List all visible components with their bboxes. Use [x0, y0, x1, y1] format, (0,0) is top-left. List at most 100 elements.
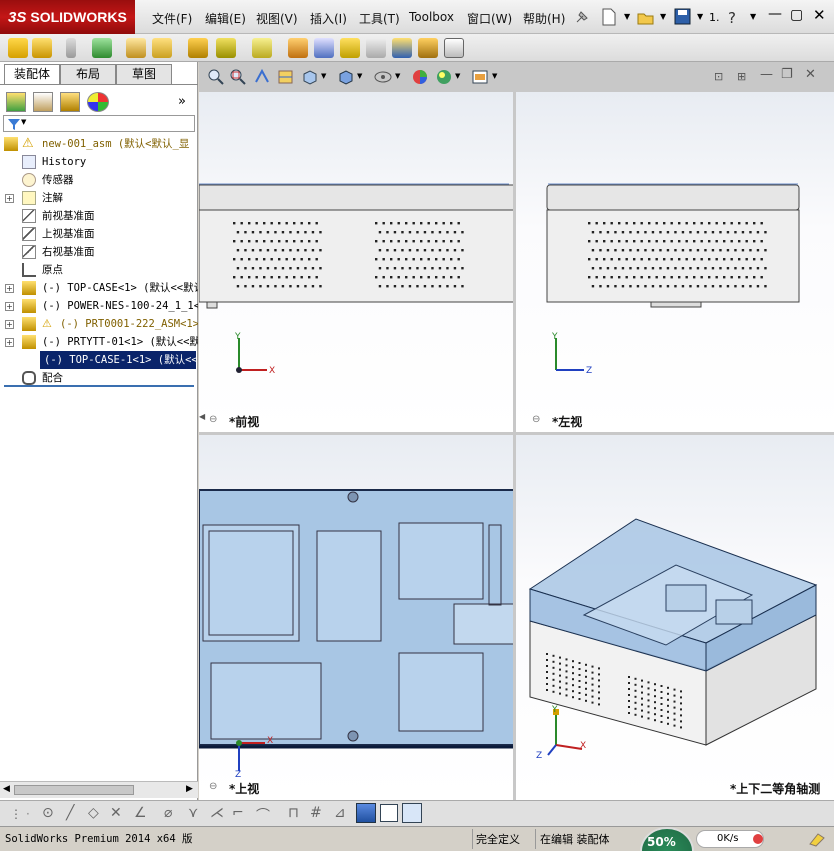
tree-item[interactable]: 原点 — [0, 261, 198, 279]
angle-icon[interactable]: ∠ — [134, 805, 147, 821]
pin-icon[interactable] — [573, 8, 591, 26]
tree-item[interactable]: +(-) TOP-CASE-1<1> (默认<<默 — [40, 351, 196, 369]
expand-panel-icon[interactable]: » — [178, 94, 186, 109]
corner-icon[interactable]: ⌐ — [232, 805, 244, 821]
scrollbar-thumb[interactable] — [14, 785, 134, 795]
chevron-down-icon[interactable]: ▼ — [750, 12, 756, 21]
offset-icon[interactable]: ⋌ — [210, 805, 224, 821]
instant3d-icon[interactable] — [444, 38, 464, 58]
solidworks-logo[interactable]: 3S SOLIDWORKS — [0, 0, 135, 34]
viewport-layout-icon[interactable]: ⊞ — [737, 70, 746, 83]
menu-edit[interactable]: 编辑(E) — [205, 10, 246, 27]
expand-icon[interactable]: + — [5, 194, 14, 203]
feature-manager-tree-icon[interactable] — [6, 92, 26, 112]
menu-insert[interactable]: 插入(I) — [310, 10, 347, 27]
arc-icon[interactable]: ⌒ — [256, 805, 270, 825]
property-manager-icon[interactable] — [33, 92, 53, 112]
rollback-bar[interactable] — [4, 385, 194, 387]
chevron-down-icon[interactable]: ▼ — [395, 72, 400, 80]
zoom-to-area-icon[interactable] — [229, 68, 247, 86]
configuration-manager-icon[interactable] — [60, 92, 80, 112]
close-window-icon[interactable]: ✕ — [813, 6, 826, 24]
filter-input[interactable]: ▼ — [3, 115, 195, 132]
circle-icon[interactable]: ⊙ — [42, 805, 54, 821]
line-icon[interactable]: ╱ — [66, 805, 74, 821]
close-doc-icon[interactable]: ✕ — [805, 67, 816, 82]
paperclip-icon[interactable] — [66, 38, 76, 58]
tab-layout[interactable]: 布局 — [60, 64, 116, 84]
chevron-down-icon[interactable]: ▼ — [455, 72, 460, 80]
viewport-top[interactable]: X Z ⊖ *上视 — [199, 435, 513, 800]
section-view-icon[interactable] — [277, 68, 295, 86]
gear-icon[interactable] — [288, 38, 308, 58]
triangle-icon[interactable]: ⊿ — [334, 805, 346, 821]
more-menu[interactable]: 1. — [709, 11, 720, 24]
component-pattern-icon[interactable] — [126, 38, 146, 58]
3d-cube-icon[interactable] — [356, 803, 376, 823]
restore-window-icon[interactable]: ▢ — [790, 7, 803, 23]
appearance-icon[interactable] — [87, 92, 109, 112]
reference-geometry-icon[interactable] — [252, 38, 272, 58]
restore-doc-icon[interactable]: ❐ — [781, 67, 793, 82]
display-style-icon[interactable] — [337, 68, 355, 86]
chevron-down-icon[interactable]: ▼ — [624, 12, 630, 21]
table-icon[interactable] — [402, 803, 422, 823]
viewport-isometric[interactable]: Y X Z *上下二等角轴测 — [516, 435, 834, 800]
new-document-icon[interactable] — [601, 8, 617, 26]
tab-sketch[interactable]: 草图 — [116, 64, 172, 84]
view-orientation-icon[interactable] — [301, 68, 319, 86]
mate-icon[interactable] — [92, 38, 112, 58]
smart-dimension-icon[interactable]: ⌀ — [164, 805, 172, 821]
polygon-icon[interactable]: ◇ — [88, 805, 99, 821]
expand-icon[interactable]: + — [5, 338, 14, 347]
view-settings-icon[interactable] — [471, 68, 489, 86]
tree-item[interactable]: + ⚠ (-) PRT0001-222_ASM<1> — [0, 315, 198, 333]
interference-icon[interactable] — [314, 38, 334, 58]
tree-item[interactable]: 前视基准面 — [0, 207, 198, 225]
scroll-left-icon[interactable]: ◀ — [3, 784, 10, 794]
graphics-area[interactable]: ▼ ▼ ▼ ▼ ▼ ⊡ ⊞ — ❐ ✕ Y X ⊖ *前视 Y Z ⊖ *左视 … — [199, 62, 834, 800]
window-icon[interactable] — [380, 804, 398, 822]
assembly-icon[interactable] — [8, 38, 28, 58]
menu-view[interactable]: 视图(V) — [256, 10, 298, 27]
expand-icon[interactable]: + — [5, 320, 14, 329]
exploded-view-icon[interactable] — [216, 38, 236, 58]
smart-fasteners-icon[interactable] — [188, 38, 208, 58]
tree-item[interactable]: + (-) PRTYTT-01<1> (默认<<默 — [0, 333, 198, 351]
tab-assembly[interactable]: 装配体 — [4, 64, 60, 84]
point-icon[interactable]: · — [26, 807, 30, 821]
insert-component-icon[interactable] — [32, 38, 52, 58]
viewport-front[interactable]: Y X ⊖ *前视 — [199, 92, 513, 432]
previous-view-icon[interactable] — [253, 68, 271, 86]
menu-toolbox[interactable]: Toolbox — [409, 10, 454, 24]
chevron-down-icon[interactable]: ▼ — [321, 72, 326, 80]
chevron-down-icon[interactable]: ▼ — [660, 12, 666, 21]
minimize-window-icon[interactable]: — — [768, 6, 782, 22]
link-views-icon[interactable]: ⊡ — [714, 70, 723, 83]
grid-icon[interactable]: # — [310, 805, 322, 821]
apply-scene-icon[interactable] — [435, 68, 453, 86]
expand-icon[interactable]: + — [5, 302, 14, 311]
horizontal-scrollbar[interactable]: ◀ ▶ — [0, 781, 198, 798]
hide-show-items-icon[interactable] — [373, 68, 393, 86]
assembly-features-icon[interactable] — [418, 38, 438, 58]
move-component-icon[interactable] — [152, 38, 172, 58]
menu-file[interactable]: 文件(F) — [152, 10, 192, 27]
tree-item[interactable]: 上视基准面 — [0, 225, 198, 243]
panel-collapse-icon[interactable]: ◀ — [199, 412, 205, 421]
menu-tools[interactable]: 工具(T) — [359, 10, 400, 27]
relation-icon[interactable]: ⋎ — [188, 805, 198, 821]
trim-icon[interactable]: ✕ — [110, 805, 122, 821]
rebuild-status-icon[interactable] — [808, 830, 826, 848]
help-icon[interactable]: ? — [728, 9, 736, 27]
mirror-icon[interactable]: ⊓ — [288, 805, 299, 821]
bill-of-materials-icon[interactable] — [392, 38, 412, 58]
tree-item[interactable]: 右视基准面 — [0, 243, 198, 261]
tree-item[interactable]: + 注解 — [0, 189, 198, 207]
open-folder-icon[interactable] — [637, 8, 655, 26]
edit-appearance-icon[interactable] — [411, 68, 429, 86]
zoom-to-fit-icon[interactable] — [207, 68, 225, 86]
save-icon[interactable] — [674, 8, 692, 26]
chevron-down-icon[interactable]: ▼ — [697, 12, 703, 21]
viewport-left[interactable]: Y Z ⊖ *左视 — [516, 92, 834, 432]
